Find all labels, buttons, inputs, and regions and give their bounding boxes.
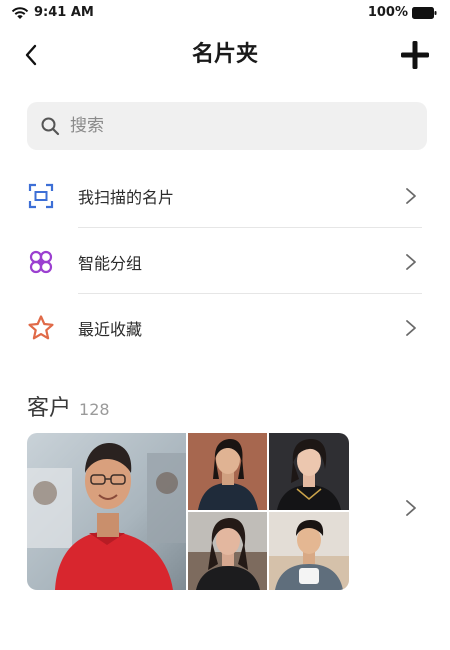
chevron-right-icon (406, 320, 416, 336)
section-count: 128 (79, 400, 110, 419)
battery-percent: 100% (367, 5, 408, 20)
smart-group-icon-wrap (27, 248, 55, 276)
search-box[interactable] (27, 102, 427, 150)
status-left: 9:41 AM (11, 5, 94, 20)
client-photo-image (269, 512, 349, 590)
star-icon (28, 315, 54, 340)
client-photo[interactable] (188, 512, 267, 590)
client-photo[interactable] (269, 512, 349, 590)
scan-icon-wrap (27, 182, 55, 210)
menu-item-label: 最近收藏 (78, 320, 143, 339)
client-photo-small-grid (188, 433, 349, 590)
menu-item-scanned-cards[interactable]: 我扫描的名片 (0, 164, 450, 228)
client-photo[interactable] (188, 433, 267, 510)
client-photo[interactable] (269, 433, 349, 510)
chevron-right-icon (406, 188, 416, 204)
client-photo-image (27, 433, 186, 590)
search-input[interactable] (68, 115, 412, 137)
plus-icon (401, 41, 429, 69)
status-bar: 9:41 AM 100% (0, 0, 450, 28)
menu-item-label: 我扫描的名片 (78, 188, 175, 207)
divider (78, 293, 422, 294)
status-right: 100% (368, 5, 437, 20)
menu-item-smart-groups[interactable]: 智能分组 (0, 230, 450, 294)
smart-group-icon (29, 250, 53, 274)
chevron-right-icon (406, 254, 416, 270)
battery-icon (412, 6, 437, 19)
client-photo-image (269, 433, 349, 510)
chevron-right-icon[interactable] (405, 499, 417, 517)
menu-list: 我扫描的名片 智能分组 最近收藏 (0, 164, 450, 360)
page-title: 名片夹 (191, 42, 258, 67)
screen: 9:41 AM 100% 名片夹 搜索 我扫描的名片 智能分组 最近收藏 客户 … (0, 0, 450, 650)
section-title: 客户 (27, 396, 72, 421)
client-photo-image (188, 512, 267, 590)
wifi-icon (11, 6, 29, 19)
clients-section-header: 客户 128 (27, 390, 110, 422)
star-icon-wrap (27, 314, 55, 342)
search-icon (41, 117, 60, 136)
menu-item-label: 智能分组 (78, 254, 143, 273)
nav-bar: 名片夹 (0, 30, 450, 80)
status-time: 9:41 AM (34, 5, 94, 20)
menu-item-recent-favorites[interactable]: 最近收藏 (0, 296, 450, 360)
client-photo[interactable] (27, 433, 186, 590)
clients-photo-grid[interactable] (27, 433, 349, 590)
client-photo-image (188, 433, 267, 510)
scan-icon (28, 183, 54, 209)
divider (78, 227, 422, 228)
add-button[interactable] (398, 38, 432, 72)
